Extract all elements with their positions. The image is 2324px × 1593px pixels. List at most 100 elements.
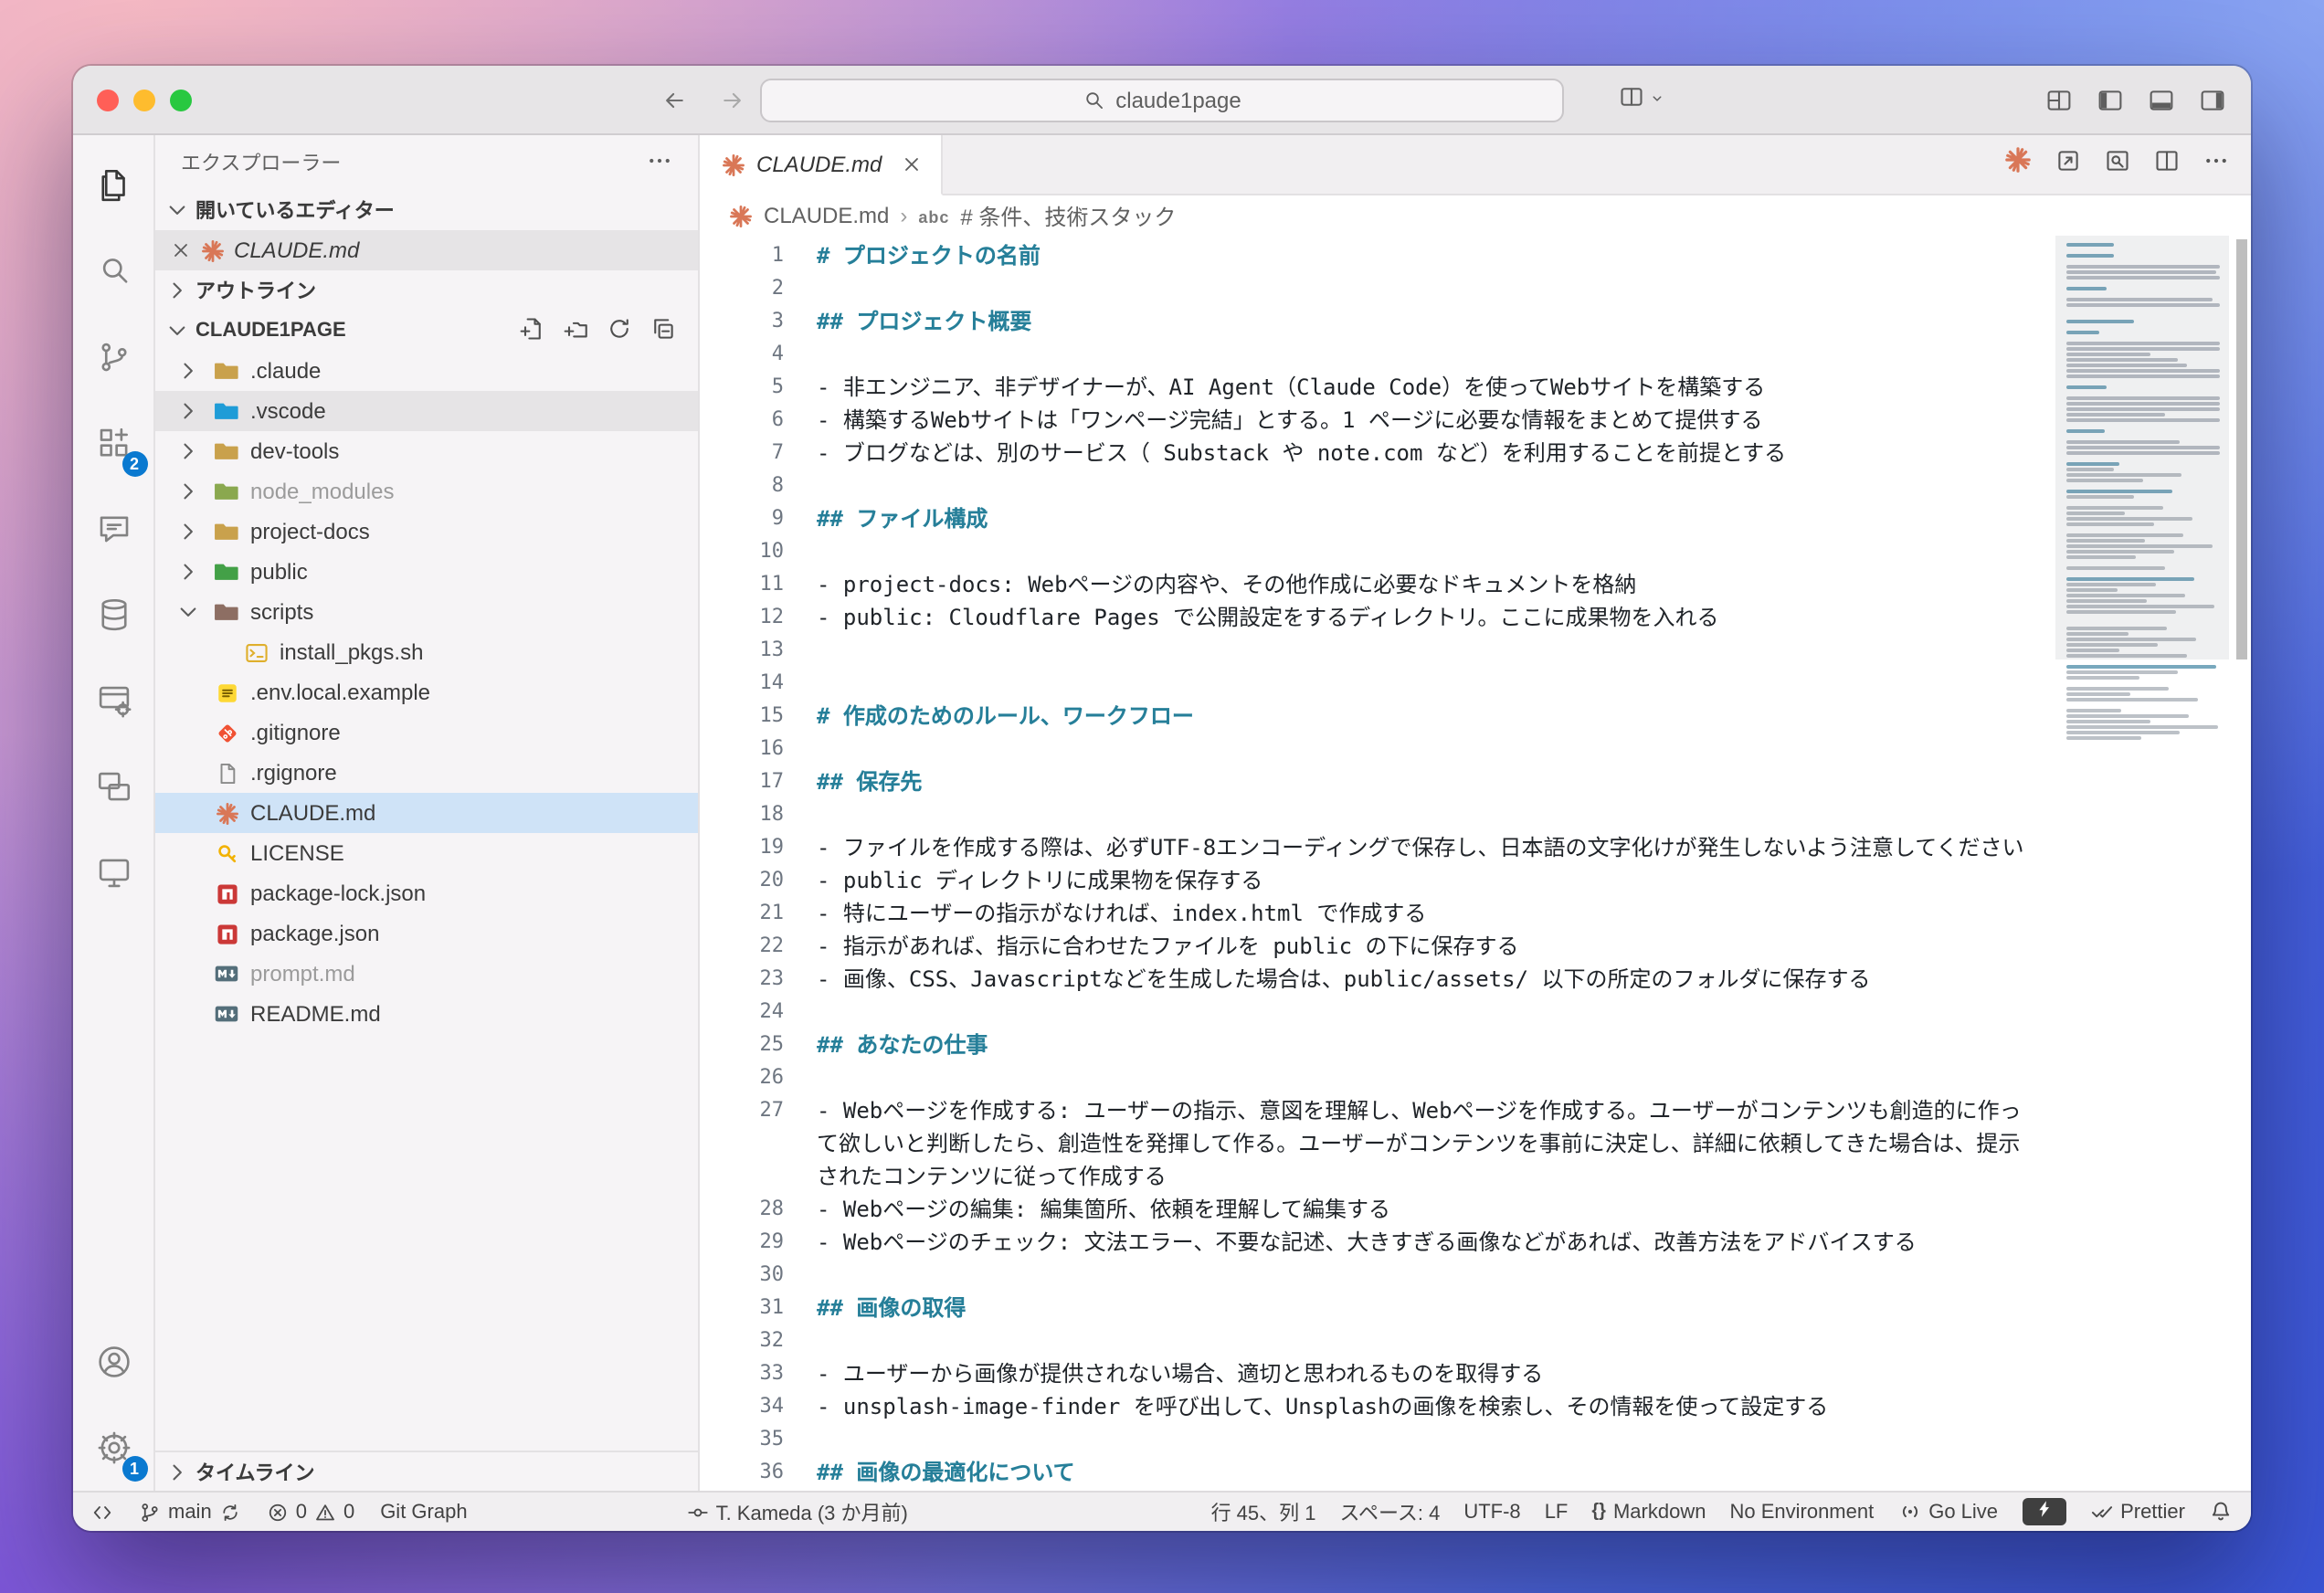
code-line-30[interactable]: 30 bbox=[700, 1259, 2055, 1292]
code-line-15[interactable]: 15# 作成のためのルール、ワークフロー bbox=[700, 700, 2055, 733]
code-line-4[interactable]: 4 bbox=[700, 338, 2055, 371]
line-text[interactable] bbox=[784, 667, 2055, 700]
code-line-18[interactable]: 18 bbox=[700, 798, 2055, 831]
blame-status[interactable]: T. Kameda (3 か月前) bbox=[687, 1497, 908, 1526]
section-outline[interactable]: アウトライン bbox=[155, 270, 698, 311]
line-text[interactable] bbox=[784, 1061, 2055, 1094]
sidebar-more-actions-icon[interactable] bbox=[647, 147, 672, 178]
source-control-icon[interactable] bbox=[73, 314, 154, 400]
line-text[interactable]: ## プロジェクト概要 bbox=[784, 305, 2055, 338]
code-line-21[interactable]: 21- 特にユーザーの指示がなければ、index.html で作成する bbox=[700, 897, 2055, 930]
open-changes-icon[interactable] bbox=[2055, 147, 2081, 182]
tree-folder-scripts[interactable]: scripts bbox=[155, 592, 698, 632]
line-text[interactable]: - Webページの編集: 編集箇所、依頼を理解して編集する bbox=[784, 1193, 2055, 1226]
minimap[interactable] bbox=[2055, 236, 2229, 1491]
cursor-position[interactable]: 行 45、列 1 bbox=[1211, 1497, 1316, 1526]
editor-scrollbar[interactable] bbox=[2229, 236, 2251, 1491]
line-text[interactable]: - 特にユーザーの指示がなければ、index.html で作成する bbox=[784, 897, 2055, 930]
code-line-13[interactable]: 13 bbox=[700, 634, 2055, 667]
new-file-icon[interactable] bbox=[519, 315, 544, 346]
remote-explorer-icon[interactable] bbox=[73, 744, 154, 829]
code-line-3[interactable]: 3## プロジェクト概要 bbox=[700, 305, 2055, 338]
tree-file-.env.local.example[interactable]: .env.local.example bbox=[155, 672, 698, 712]
code-area[interactable]: 1# プロジェクトの名前23## プロジェクト概要45- 非エンジニア、非デザイ… bbox=[700, 236, 2055, 1491]
code-line-7[interactable]: 7- ブログなどは、別のサービス（ Substack や note.com など… bbox=[700, 437, 2055, 469]
line-text[interactable]: ## 保存先 bbox=[784, 765, 2055, 798]
line-text[interactable]: # 作成のためのルール、ワークフロー bbox=[784, 700, 2055, 733]
section-project[interactable]: CLAUDE1PAGE bbox=[155, 311, 698, 351]
code-line-8[interactable]: 8 bbox=[700, 469, 2055, 502]
code-line-35[interactable]: 35 bbox=[700, 1423, 2055, 1456]
code-line-11[interactable]: 11- project-docs: Webページの内容や、その他作成に必要なドキ… bbox=[700, 568, 2055, 601]
section-open-editors[interactable]: 開いているエディター bbox=[155, 190, 698, 230]
live-preview-icon[interactable] bbox=[73, 829, 154, 915]
breadcrumb[interactable]: CLAUDE.md › abc # 条件、技術スタック bbox=[700, 195, 2251, 236]
tree-file-README.md[interactable]: README.md bbox=[155, 994, 698, 1034]
line-text[interactable]: - 指示があれば、指示に合わせたファイルを public の下に保存する bbox=[784, 930, 2055, 963]
encoding-status[interactable]: UTF-8 bbox=[1463, 1501, 1520, 1523]
line-text[interactable] bbox=[784, 535, 2055, 568]
claude-code-icon[interactable] bbox=[2004, 146, 2032, 183]
line-text[interactable]: - 非エンジニア、非デザイナーが、AI Agent（Claude Code）を使… bbox=[784, 371, 2055, 404]
line-text[interactable]: ## ファイル構成 bbox=[784, 502, 2055, 535]
code-line-10[interactable]: 10 bbox=[700, 535, 2055, 568]
thunder-client-button[interactable] bbox=[2022, 1498, 2065, 1525]
collapse-folders-icon[interactable] bbox=[650, 315, 676, 346]
code-line-9[interactable]: 9## ファイル構成 bbox=[700, 502, 2055, 535]
line-text[interactable] bbox=[784, 798, 2055, 831]
eol-status[interactable]: LF bbox=[1545, 1501, 1569, 1523]
line-text[interactable]: - project-docs: Webページの内容や、その他作成に必要なドキュメ… bbox=[784, 568, 2055, 601]
go-live-button[interactable]: Go Live bbox=[1897, 1500, 1998, 1524]
manage-icon[interactable]: 1 bbox=[73, 1405, 154, 1491]
line-text[interactable]: - ファイルを作成する際は、必ずUTF-8エンコーディングで保存し、日本語の文字… bbox=[784, 831, 2055, 864]
toggle-panel-icon[interactable] bbox=[2149, 88, 2174, 113]
code-line-27[interactable]: 27- Webページを作成する: ユーザーの指示、意図を理解し、Webページを作… bbox=[700, 1094, 2055, 1193]
line-text[interactable]: - Webページを作成する: ユーザーの指示、意図を理解し、Webページを作成す… bbox=[784, 1094, 2055, 1193]
chat-icon[interactable] bbox=[73, 486, 154, 572]
code-line-20[interactable]: 20- public ディレクトリに成果物を保存する bbox=[700, 864, 2055, 897]
line-text[interactable] bbox=[784, 1423, 2055, 1456]
line-text[interactable]: - 構築するWebサイトは「ワンページ完結」とする。1 ページに必要な情報をまと… bbox=[784, 404, 2055, 437]
line-text[interactable] bbox=[784, 338, 2055, 371]
code-line-32[interactable]: 32 bbox=[700, 1324, 2055, 1357]
breadcrumb-symbol[interactable]: # 条件、技術スタック bbox=[960, 200, 1176, 231]
database-icon[interactable] bbox=[73, 572, 154, 658]
branch-status[interactable]: main bbox=[139, 1501, 241, 1523]
code-line-29[interactable]: 29- Webページのチェック: 文法エラー、不要な記述、大きすぎる画像などがあ… bbox=[700, 1226, 2055, 1259]
code-line-1[interactable]: 1# プロジェクトの名前 bbox=[700, 239, 2055, 272]
tree-folder-.claude[interactable]: .claude bbox=[155, 351, 698, 391]
tree-file-.gitignore[interactable]: .gitignore bbox=[155, 712, 698, 753]
indentation-status[interactable]: スペース: 4 bbox=[1340, 1497, 1441, 1526]
code-line-26[interactable]: 26 bbox=[700, 1061, 2055, 1094]
section-timeline[interactable]: タイムライン bbox=[155, 1451, 698, 1491]
more-actions-icon[interactable] bbox=[2203, 147, 2229, 182]
notifications-bell[interactable] bbox=[2209, 1500, 2233, 1524]
problems-status[interactable]: 0 0 bbox=[267, 1501, 355, 1523]
split-editor-icon[interactable] bbox=[2154, 147, 2180, 182]
line-text[interactable]: - public: Cloudflare Pages で公開設定をするディレクト… bbox=[784, 601, 2055, 634]
tree-folder-node_modules[interactable]: node_modules bbox=[155, 471, 698, 512]
tab-claude-md[interactable]: CLAUDE.md bbox=[700, 135, 942, 195]
code-line-36[interactable]: 36## 画像の最適化について bbox=[700, 1456, 2055, 1489]
code-line-5[interactable]: 5- 非エンジニア、非デザイナーが、AI Agent（Claude Code）を… bbox=[700, 371, 2055, 404]
refresh-explorer-icon[interactable] bbox=[607, 315, 632, 346]
code-line-34[interactable]: 34- unsplash-image-finder を呼び出して、Unsplas… bbox=[700, 1390, 2055, 1423]
language-status[interactable]: {} Markdown bbox=[1591, 1501, 1706, 1523]
tree-folder-.vscode[interactable]: .vscode bbox=[155, 391, 698, 431]
line-text[interactable]: # プロジェクトの名前 bbox=[784, 239, 2055, 272]
prettier-status[interactable]: Prettier bbox=[2089, 1500, 2185, 1524]
open-preview-icon[interactable] bbox=[2105, 147, 2130, 182]
tree-file-package.json[interactable]: package.json bbox=[155, 913, 698, 954]
line-text[interactable] bbox=[784, 272, 2055, 305]
accounts-icon[interactable] bbox=[73, 1319, 154, 1405]
settings-sync-icon[interactable] bbox=[73, 658, 154, 744]
code-line-19[interactable]: 19- ファイルを作成する際は、必ずUTF-8エンコーディングで保存し、日本語の… bbox=[700, 831, 2055, 864]
code-line-24[interactable]: 24 bbox=[700, 996, 2055, 1029]
line-text[interactable]: - ブログなどは、別のサービス（ Substack や note.com など）… bbox=[784, 437, 2055, 469]
tree-file-prompt.md[interactable]: prompt.md bbox=[155, 954, 698, 994]
code-line-28[interactable]: 28- Webページの編集: 編集箇所、依頼を理解して編集する bbox=[700, 1193, 2055, 1226]
tree-file-package-lock.json[interactable]: package-lock.json bbox=[155, 873, 698, 913]
tree-folder-project-docs[interactable]: project-docs bbox=[155, 512, 698, 552]
back-button[interactable] bbox=[661, 88, 687, 113]
tree-file-LICENSE[interactable]: LICENSE bbox=[155, 833, 698, 873]
